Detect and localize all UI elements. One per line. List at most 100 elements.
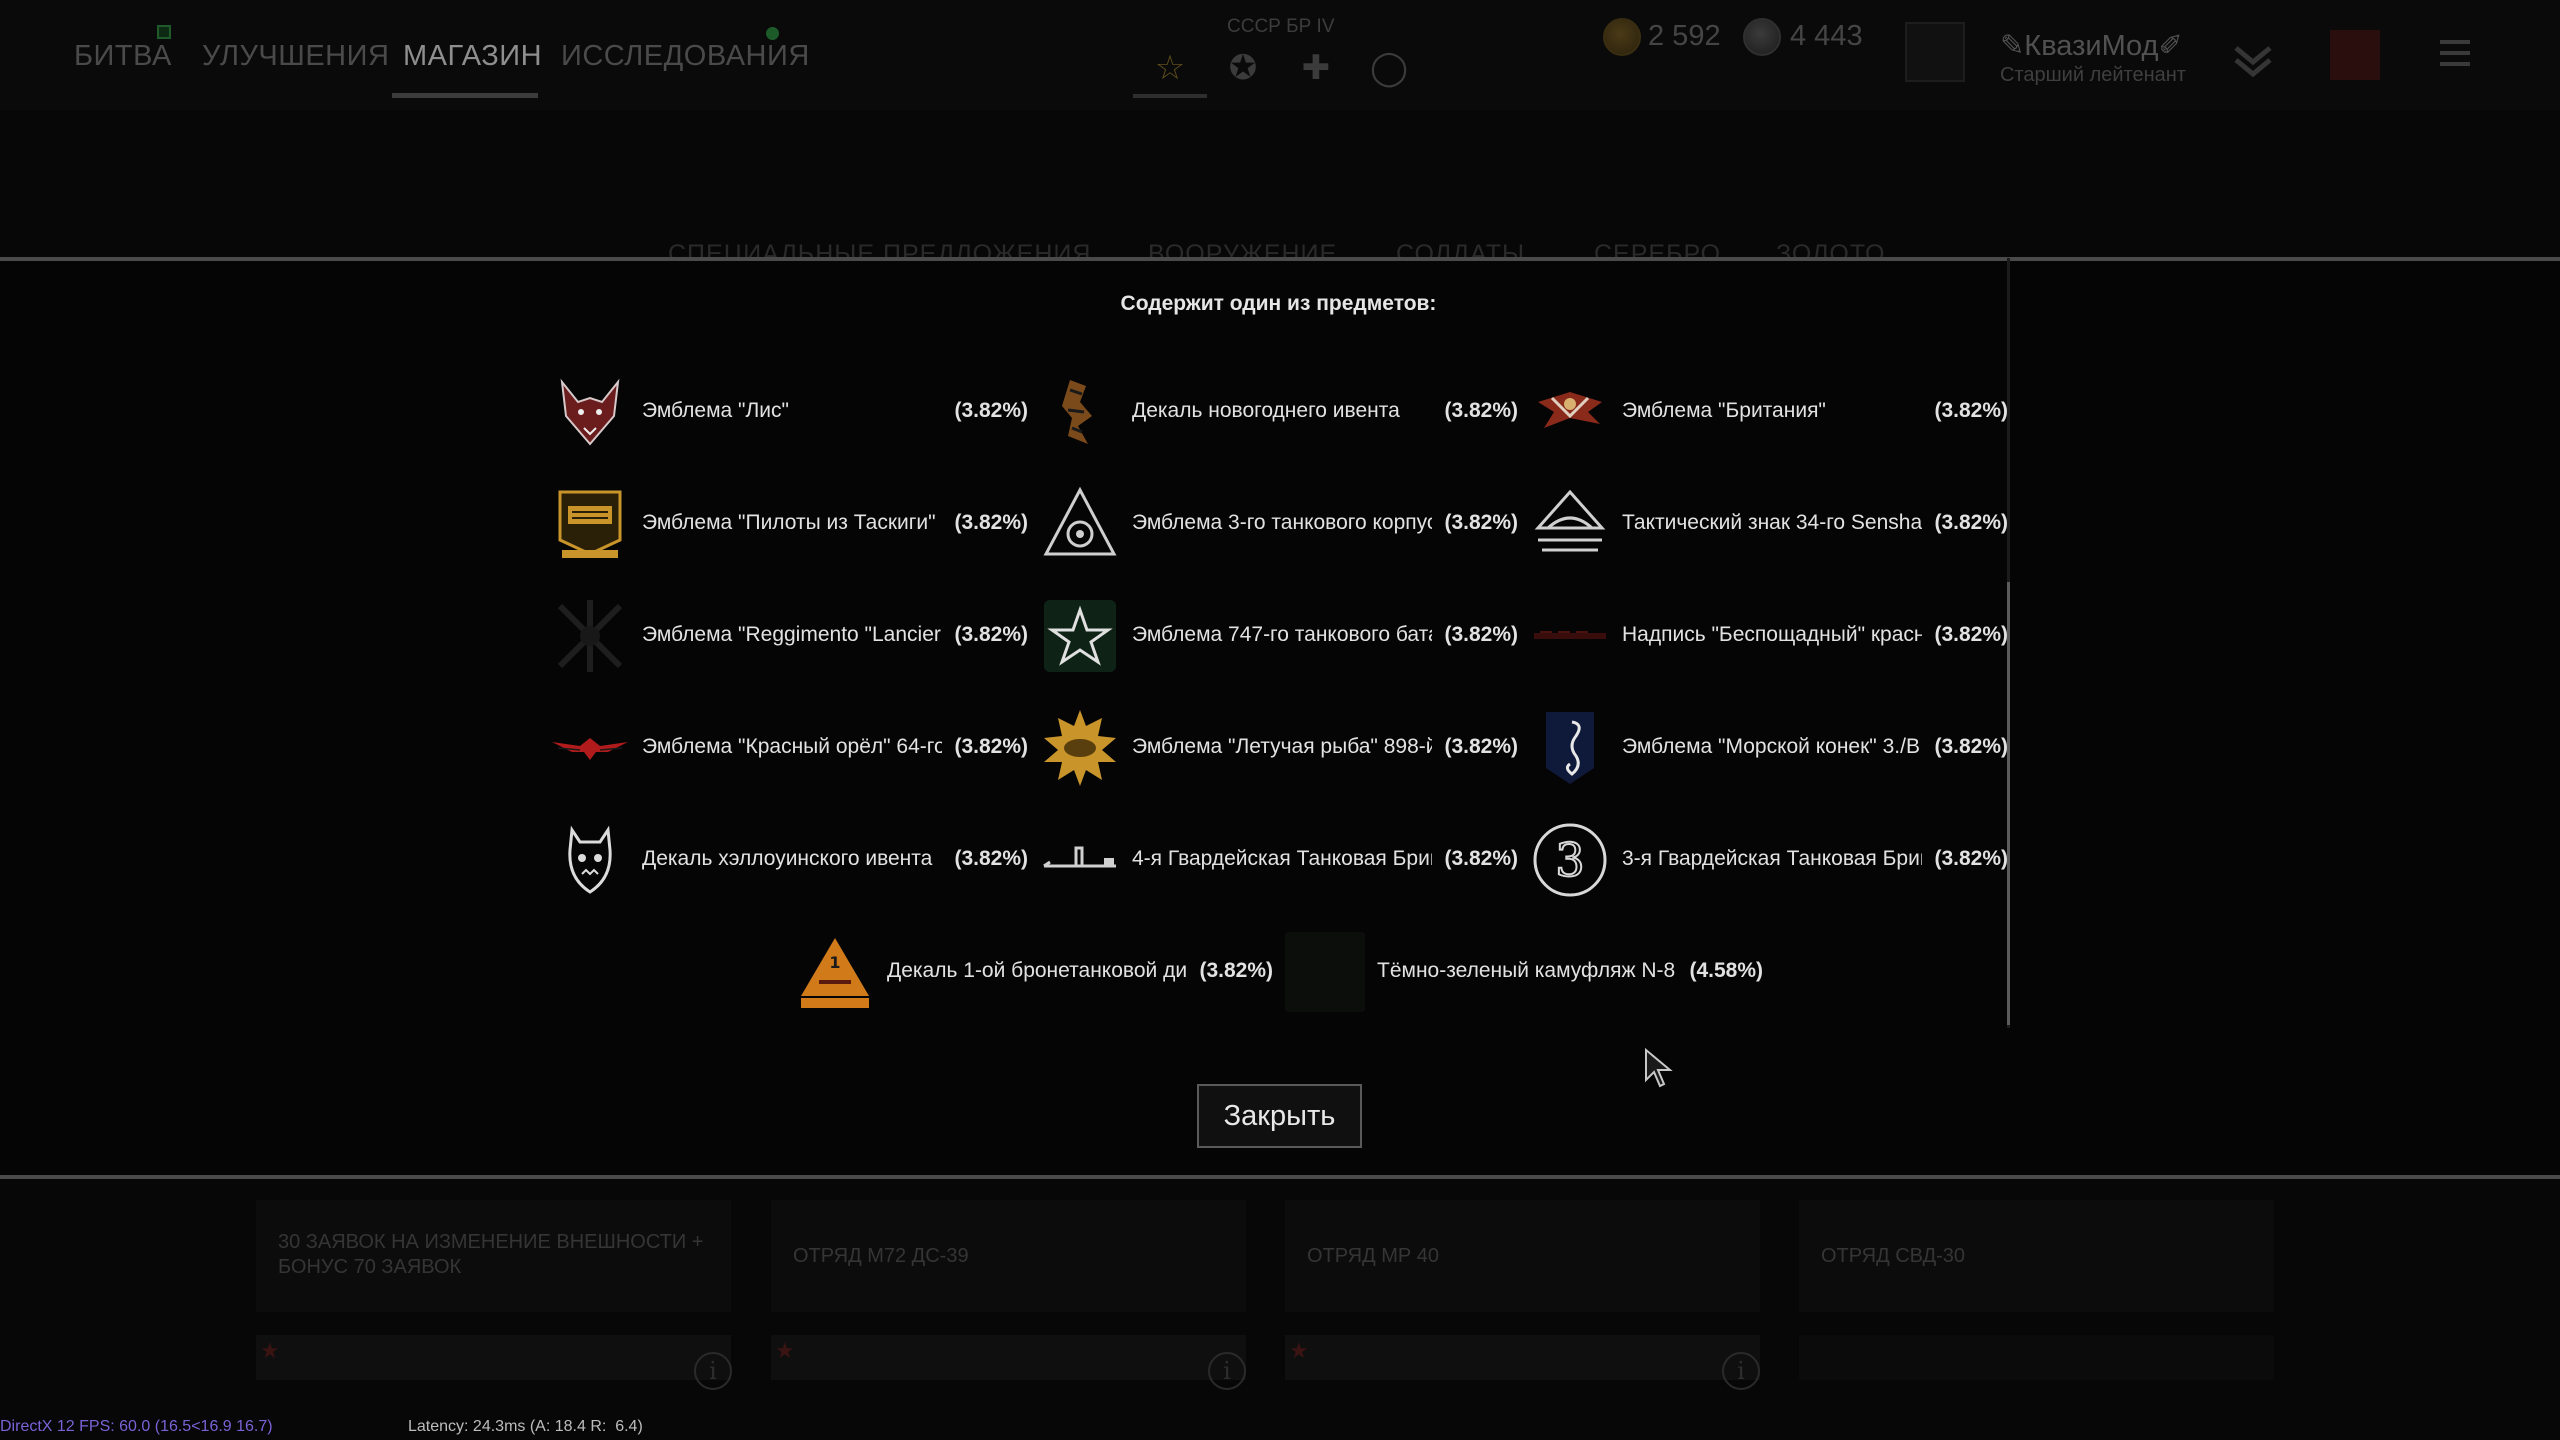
reward-item[interactable]: Эмблема "Морской конек" 3./В (3.82%) (1530, 708, 2010, 788)
reward-item[interactable]: Надпись "Беспощадный" красная (3.82%) (1530, 596, 2010, 676)
reward-item[interactable]: Эмблема 3-го танкового корпуса (3.82%) (1040, 484, 1520, 564)
item-chance: (3.82%) (1444, 399, 1518, 422)
shop-card[interactable]: ОТРЯД МР 40 (1285, 1200, 1760, 1312)
star-icon: ★ (775, 1338, 795, 1363)
card-image (1285, 1335, 1760, 1380)
armored-division-decal-icon: 1 (801, 938, 869, 1008)
item-name: Тактический знак 34-го Sensha (1622, 511, 1922, 534)
item-chance: (3.82%) (1934, 399, 2008, 422)
tab-upgrades[interactable]: УЛУЧШЕНИЯ (202, 40, 389, 73)
reward-item[interactable]: Эмблема "Лис" (3.82%) (550, 372, 1030, 452)
item-chance: (3.82%) (1444, 623, 1518, 646)
star-icon[interactable]: ☆ (1150, 48, 1190, 88)
svg-text:1: 1 (829, 953, 840, 972)
card-title: 30 ЗАЯВОК НА ИЗМЕНЕНИЕ ВНЕШНОСТИ + БОНУС… (278, 1231, 704, 1278)
reward-item[interactable]: 4-я Гвардейская Танковая Бригада (3.82%) (1040, 820, 1520, 900)
reward-item[interactable]: Эмблема "Летучая рыба" 898-й (3.82%) (1040, 708, 1520, 788)
silver-coin-icon (1743, 18, 1781, 56)
info-icon[interactable]: i (1208, 1352, 1246, 1390)
reward-item[interactable]: Эмблема "Reggimento "Lancieri (3.82%) (550, 596, 1030, 676)
tactical-sign-icon (1534, 489, 1606, 552)
item-name: Декаль новогоднего ивента (1132, 399, 1400, 422)
item-chance: (3.82%) (954, 511, 1028, 534)
shop-card[interactable]: ОТРЯД СВД-30 (1799, 1200, 2274, 1312)
tuskegee-emblem-icon (558, 490, 622, 558)
circle-icon[interactable]: ◯ (1369, 48, 1409, 88)
nation-br-label: СССР БР IV (1227, 16, 1335, 37)
star-icon: ★ (1289, 1338, 1309, 1363)
notification-badge (157, 25, 171, 39)
tiger-decal-icon (1062, 380, 1092, 444)
rank-chevron-icon[interactable] (2228, 30, 2278, 80)
reward-item[interactable]: 3 3-я Гвардейская Танковая Бригада (3.82… (1530, 820, 2010, 900)
fox-emblem-icon (560, 378, 620, 446)
item-chance: (4.58%) (1689, 959, 1763, 982)
reward-item[interactable]: Декаль хэллоуинского ивента (3.82%) (550, 820, 1030, 900)
item-name: Эмблема "Красный орёл" 64-го (642, 735, 942, 758)
info-icon[interactable]: i (694, 1352, 732, 1390)
reward-item[interactable]: Эмблема "Британия" (3.82%) (1530, 372, 2010, 452)
britain-emblem-icon (1538, 392, 1602, 428)
mouse-cursor-icon (1645, 1048, 1673, 1088)
item-chance: (3.82%) (954, 623, 1028, 646)
star-icon: ★ (260, 1338, 280, 1363)
shop-card[interactable]: ОТРЯД М72 ДС-39 (771, 1200, 1246, 1312)
scrollbar-thumb[interactable] (2007, 582, 2010, 1025)
flying-fish-emblem-icon (1044, 710, 1116, 786)
cross-icon[interactable]: ✚ (1296, 48, 1336, 88)
player-name[interactable]: ✎КвазиМод✐ (2000, 28, 2183, 63)
tab-shop[interactable]: МАГАЗИН (403, 40, 542, 73)
fps-readout: DirectX 12 FPS: 60.0 (16.5<16.9 16.7) (0, 1418, 273, 1435)
star-emblem-icon (1044, 600, 1116, 672)
item-name: Эмблема 747-го танкового бата (1132, 623, 1432, 646)
reward-item[interactable]: Эмблема 747-го танкового бата (3.82%) (1040, 596, 1520, 676)
card-title: ОТРЯД МР 40 (1307, 1245, 1440, 1267)
gold-coin-icon (1603, 18, 1641, 56)
item-chance: (3.82%) (1444, 735, 1518, 758)
reward-item[interactable]: Декаль новогоднего ивента (3.82%) (1040, 372, 1520, 452)
item-chance: (3.82%) (1934, 511, 2008, 534)
card-title: ОТРЯД М72 ДС-39 (793, 1245, 969, 1267)
tank-silhouette-icon (1043, 846, 1116, 868)
tab-battle[interactable]: БИТВА (74, 40, 172, 73)
player-rank: Старший лейтенант (2000, 64, 2186, 86)
item-name: Тёмно-зеленый камуфляж N-8 (1377, 959, 1676, 982)
item-chance: (3.82%) (954, 847, 1028, 870)
number-three-icon: 3 (1533, 823, 1607, 897)
item-chance: (3.82%) (1934, 735, 2008, 758)
reward-item[interactable]: Тёмно-зеленый камуфляж N-8 (4.58%) (1285, 932, 1765, 1012)
card-image (256, 1335, 731, 1380)
camouflage-swatch-icon (1285, 932, 1365, 1012)
item-chance: (3.82%) (1444, 511, 1518, 534)
item-name: Надпись "Беспощадный" красная (1622, 623, 1922, 646)
item-chance: (3.82%) (1934, 847, 2008, 870)
modal-title: Содержит один из предметов: (1120, 292, 1437, 315)
inscription-icon (1534, 631, 1606, 639)
reward-item[interactable]: Тактический знак 34-го Sensha (3.82%) (1530, 484, 2010, 564)
ussr-flag-icon[interactable] (2330, 30, 2380, 80)
item-chance: (3.82%) (1444, 847, 1518, 870)
reward-item[interactable]: Эмблема "Красный орёл" 64-го (3.82%) (550, 708, 1030, 788)
menu-icon[interactable] (2440, 40, 2470, 70)
item-name: Эмблема "Морской конек" 3./В (1622, 735, 1920, 758)
profile-avatar[interactable] (1905, 22, 1965, 82)
active-tab-underline (392, 93, 538, 98)
card-image (771, 1335, 1246, 1380)
item-name: 4-я Гвардейская Танковая Бригада (1132, 847, 1432, 870)
reward-item[interactable]: 1 Декаль 1-ой бронетанковой дивизии (3.8… (795, 932, 1275, 1012)
info-icon[interactable]: i (1722, 1352, 1760, 1390)
seahorse-emblem-icon (1546, 712, 1594, 784)
svg-text:3: 3 (1555, 833, 1584, 887)
lancieri-emblem-icon (557, 600, 623, 672)
tab-research[interactable]: ИССЛЕДОВАНИЯ (561, 40, 810, 73)
red-eagle-emblem-icon (552, 738, 628, 760)
close-button[interactable]: Закрыть (1197, 1084, 1362, 1148)
item-chance: (3.82%) (1199, 959, 1273, 982)
item-name: Декаль 1-ой бронетанковой дивизии (887, 959, 1187, 982)
reward-item[interactable]: Эмблема "Пилоты из Таскиги" ( (3.82%) (550, 484, 1030, 564)
item-name: Эмблема "Летучая рыба" 898-й (1132, 735, 1432, 758)
silver-amount: 4 443 (1790, 20, 1863, 52)
shop-card[interactable]: 30 ЗАЯВОК НА ИЗМЕНЕНИЕ ВНЕШНОСТИ + БОНУС… (256, 1200, 731, 1312)
cog-icon[interactable]: ✪ (1223, 48, 1263, 88)
item-name: Эмблема "Reggimento "Lancieri (642, 623, 942, 646)
